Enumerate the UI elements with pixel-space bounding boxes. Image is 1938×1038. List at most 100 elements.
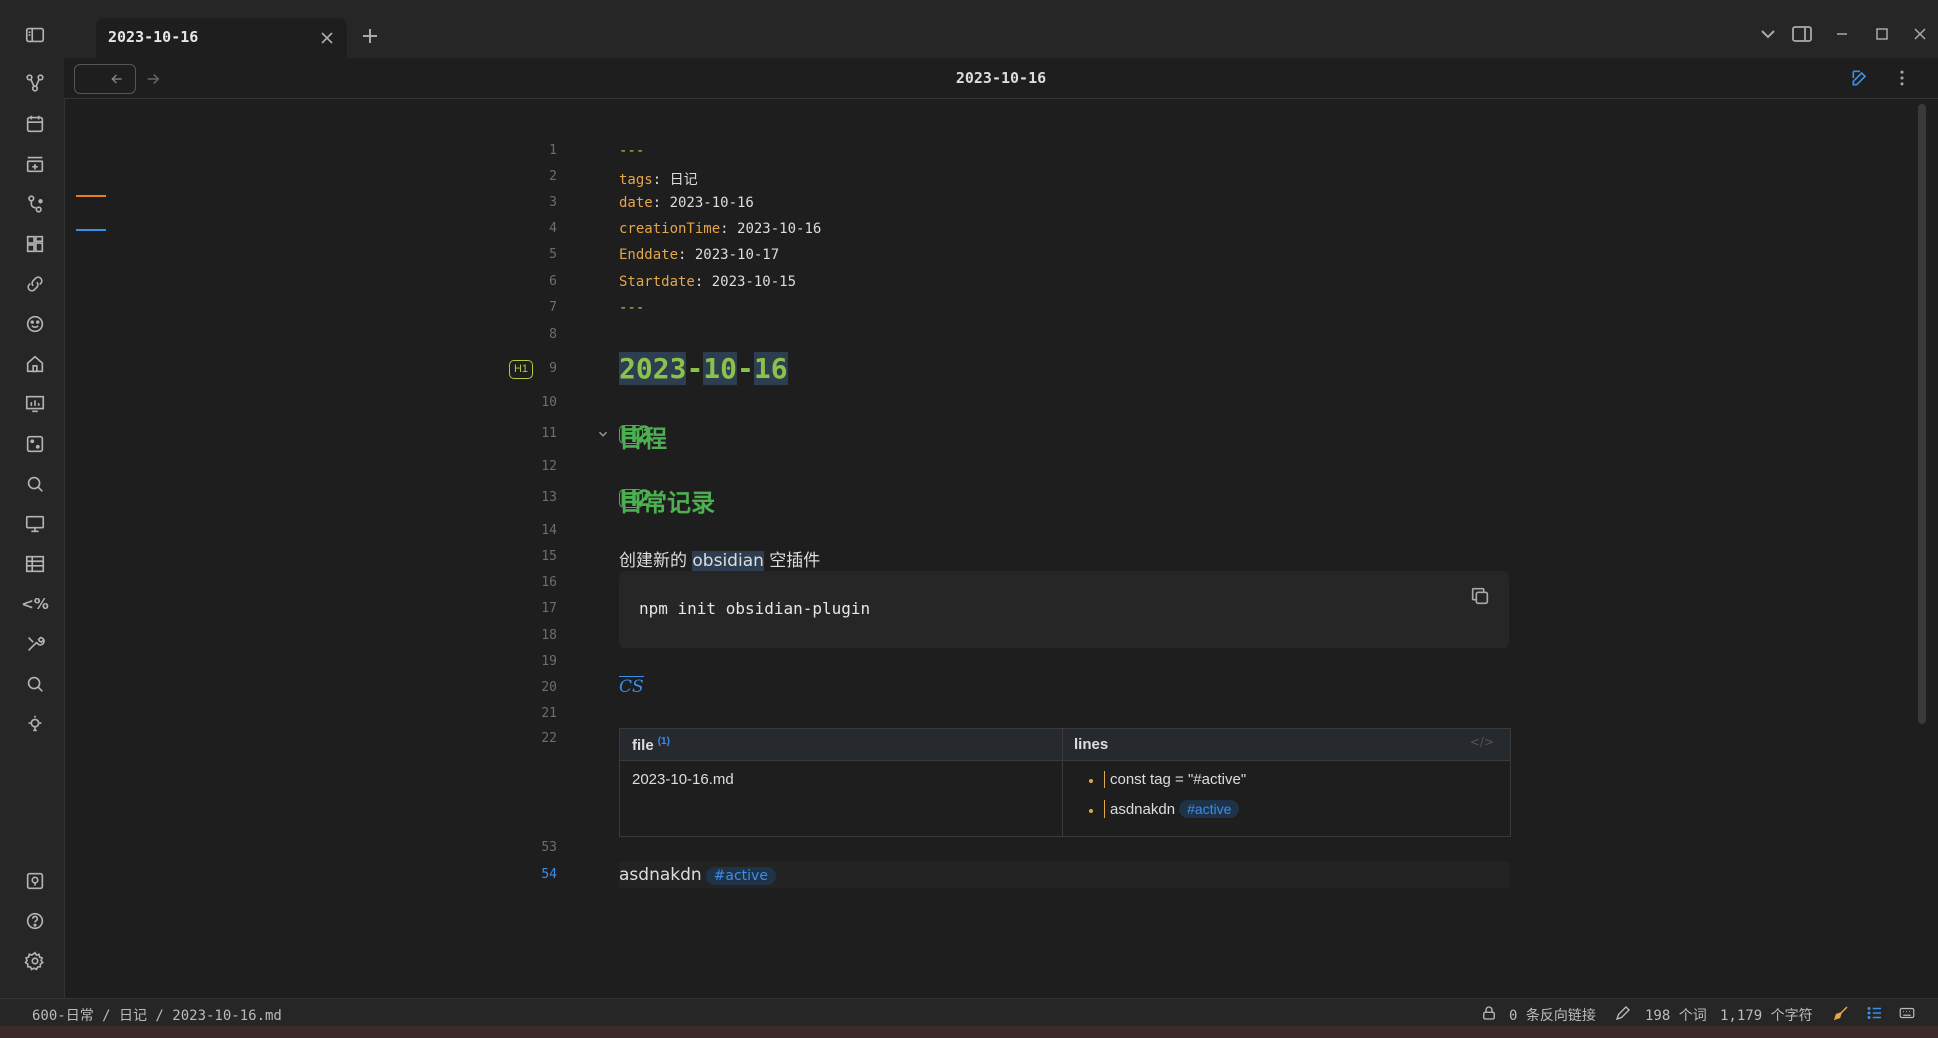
close-icon[interactable] <box>317 28 337 48</box>
frontmatter-line[interactable]: date: 2023-10-16 <box>619 195 754 211</box>
heading-1[interactable]: 2023-10-16 <box>619 352 788 385</box>
table-header: file (1) lines </> <box>620 729 1510 761</box>
frontmatter-key: date <box>619 195 653 211</box>
code-block[interactable]: npm init obsidian-plugin <box>619 571 1509 648</box>
dashboard-icon[interactable] <box>20 229 50 259</box>
sidebar-toggle-icon[interactable] <box>20 20 50 50</box>
heading-2-schedule[interactable]: 日程 <box>619 419 667 454</box>
status-bar: 600-日常 / 日记 / 2023-10-16.md 0 条反向链接 198 … <box>0 998 1938 1027</box>
scrollbar[interactable] <box>1918 104 1926 724</box>
frontmatter-line[interactable]: Enddate: 2023-10-17 <box>619 247 779 263</box>
vault-icon[interactable] <box>20 866 50 896</box>
plus-icon[interactable] <box>358 24 382 48</box>
git-icon[interactable] <box>20 189 50 219</box>
frontmatter-value: 2023-10-15 <box>711 274 797 290</box>
tools-icon[interactable] <box>20 629 50 659</box>
frontmatter-key: tags <box>619 172 653 188</box>
graph-view-icon[interactable] <box>20 68 50 98</box>
lightbulb-icon[interactable] <box>20 709 50 739</box>
line-number: 20 <box>541 680 557 695</box>
tag[interactable]: #active <box>1179 800 1240 818</box>
search-icon[interactable] <box>20 469 50 499</box>
bullet-icon <box>1089 779 1093 783</box>
frontmatter-line[interactable]: Startdate: 2023-10-15 <box>619 274 796 290</box>
frontmatter-line[interactable]: creationTime: 2023-10-16 <box>619 221 821 237</box>
file-path[interactable]: 600-日常 / 日记 / 2023-10-16.md <box>32 1005 282 1025</box>
chevron-down-icon[interactable] <box>596 427 610 441</box>
line-number: 18 <box>541 628 557 643</box>
frontmatter-delimiter[interactable]: --- <box>619 143 644 159</box>
calendar-icon[interactable] <box>20 109 50 139</box>
templater-icon[interactable]: <% <box>20 589 50 619</box>
frontmatter-value: 2023-10-16 <box>737 221 822 237</box>
line-number: 19 <box>541 654 557 669</box>
dice-icon[interactable] <box>20 429 50 459</box>
tag[interactable]: #active <box>705 867 776 885</box>
outline-marker-h2[interactable] <box>76 229 106 231</box>
window-close-icon[interactable] <box>1908 22 1932 46</box>
line-number: 8 <box>549 327 557 342</box>
monitor-icon[interactable] <box>20 509 50 539</box>
maximize-icon[interactable] <box>1870 22 1894 46</box>
line-number: 3 <box>549 195 557 210</box>
tab-active[interactable]: 2023-10-16 <box>96 18 347 58</box>
lock-icon[interactable] <box>1480 1004 1498 1022</box>
home-icon[interactable] <box>20 349 50 379</box>
frontmatter-value: 2023-10-17 <box>694 247 780 263</box>
line-number: 21 <box>541 706 557 721</box>
paragraph[interactable]: 创建新的 obsidian 空插件 <box>619 546 820 571</box>
active-line[interactable]: asdnakdn #active <box>619 862 1509 888</box>
heading-2-daily-log[interactable]: 日常记录 <box>619 483 715 518</box>
backlinks-count[interactable]: 0 条反向链接 <box>1509 1005 1596 1025</box>
outline-marker-h1[interactable] <box>76 195 106 197</box>
table-icon[interactable] <box>20 549 50 579</box>
minimize-icon[interactable] <box>1830 22 1854 46</box>
line-number: 4 <box>549 221 557 236</box>
table-cell-file[interactable]: 2023-10-16.md <box>632 771 734 788</box>
pencil-icon[interactable] <box>1614 1004 1632 1022</box>
line-number: 17 <box>541 601 557 616</box>
line-number: 13 <box>541 490 557 505</box>
frontmatter-line[interactable]: tags: 日记 <box>619 169 698 189</box>
settings-icon[interactable] <box>20 946 50 976</box>
list-icon[interactable] <box>1866 1004 1884 1022</box>
new-note-icon[interactable] <box>20 149 50 179</box>
keyboard-icon[interactable] <box>1898 1004 1916 1022</box>
more-options-icon[interactable] <box>1892 68 1912 88</box>
edit-mode-icon[interactable] <box>1850 68 1870 88</box>
line-text: asdnakdn #active <box>619 865 776 885</box>
help-icon[interactable] <box>20 906 50 936</box>
heading-badge-h1: H1 <box>509 360 533 379</box>
line-number: 11 <box>541 426 557 441</box>
internal-link[interactable]: CS <box>619 676 644 697</box>
column-header-lines[interactable]: lines <box>1074 736 1108 753</box>
char-count: 1,179 个字符 <box>1720 1008 1813 1024</box>
table-cell-line[interactable]: const tag = "#active" <box>1104 771 1246 788</box>
frontmatter-key: Enddate <box>619 247 679 263</box>
line-number: 2 <box>549 169 557 184</box>
column-header-file[interactable]: file (1) <box>632 736 670 754</box>
smile-icon[interactable] <box>20 309 50 339</box>
line-number: 1 <box>549 143 557 158</box>
table-cell-line[interactable]: asdnakdn #active <box>1104 800 1240 818</box>
title-bar: 2023-10-16 <box>64 0 1938 58</box>
line-number: 12 <box>541 459 557 474</box>
frontmatter-key: creationTime <box>619 221 721 237</box>
view-title[interactable]: 2023-10-16 <box>64 69 1938 87</box>
line-number: 16 <box>541 575 557 590</box>
frontmatter-delimiter[interactable]: --- <box>619 300 644 316</box>
line-number: 14 <box>541 523 557 538</box>
right-sidebar-toggle-icon[interactable] <box>1790 22 1814 46</box>
broom-icon[interactable] <box>1832 1004 1850 1022</box>
chevron-down-icon[interactable] <box>1756 22 1780 46</box>
frontmatter-key: Startdate <box>619 274 695 290</box>
code-text: npm init obsidian-plugin <box>639 599 871 618</box>
taskbar-strip <box>0 1026 1938 1038</box>
find-icon[interactable] <box>20 669 50 699</box>
frontmatter-value: 2023-10-16 <box>669 195 754 211</box>
copy-icon[interactable] <box>1469 585 1491 607</box>
presentation-icon[interactable] <box>20 389 50 419</box>
link-icon[interactable] <box>20 269 50 299</box>
frontmatter-value: 日记 <box>669 172 698 188</box>
code-toggle-icon[interactable]: </> <box>1470 735 1494 749</box>
